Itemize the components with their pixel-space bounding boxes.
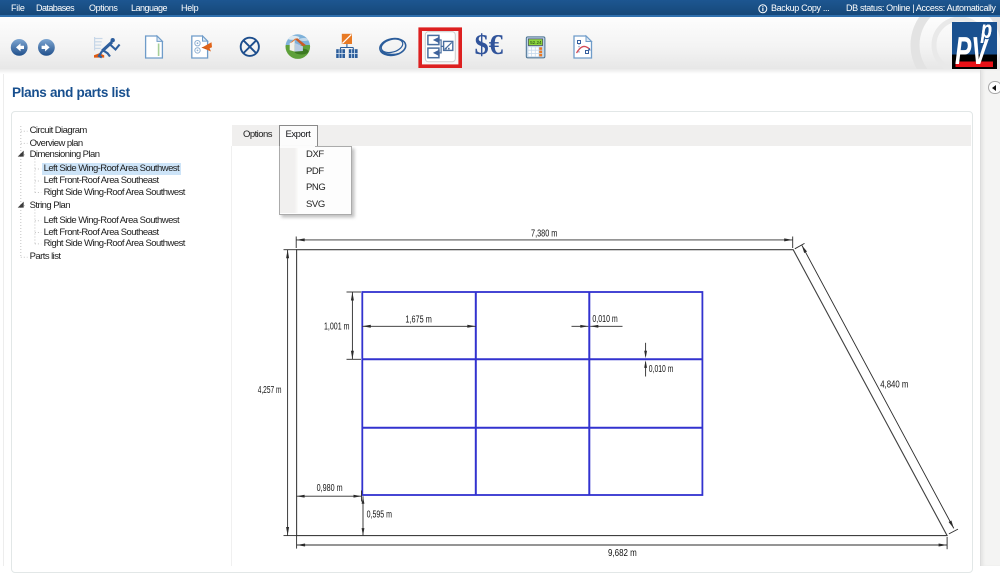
svg-text:0,980 m: 0,980 m (317, 483, 343, 494)
svg-text:4,257 m: 4,257 m (258, 385, 282, 396)
svg-text:4,840 m: 4,840 m (880, 380, 908, 391)
svg-text:1,675 m: 1,675 m (405, 314, 431, 325)
svg-text:p: p (980, 15, 992, 44)
svg-text:0,010 m: 0,010 m (649, 364, 674, 375)
svg-text:0,010 m: 0,010 m (592, 314, 617, 325)
svg-text:52.24: 52.24 (530, 39, 542, 44)
svg-text:0,595 m: 0,595 m (367, 510, 392, 521)
svg-text:9,682 m: 9,682 m (608, 548, 637, 559)
svg-text:1,001 m: 1,001 m (324, 321, 350, 332)
svg-text:7,380 m: 7,380 m (531, 229, 557, 240)
